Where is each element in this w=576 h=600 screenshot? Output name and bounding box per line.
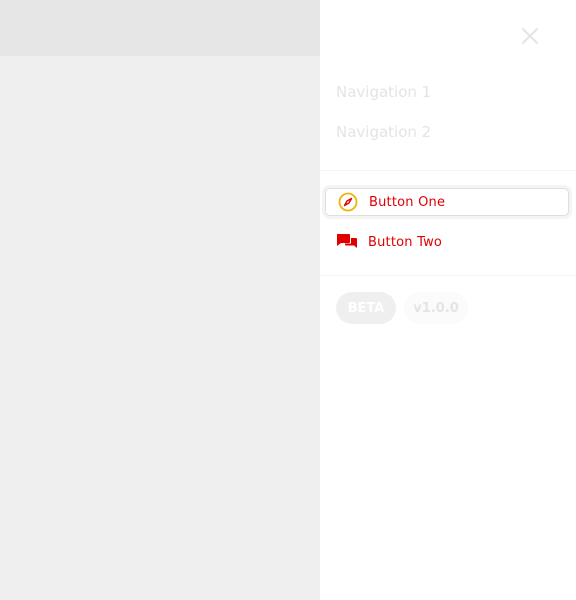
version-badge: v1.0.0 bbox=[404, 292, 468, 324]
nav-link-1[interactable]: Navigation 1 bbox=[336, 81, 431, 103]
button-two[interactable]: Button Two bbox=[325, 228, 569, 256]
side-drawer: Navigation 1 Navigation 2 Button One But… bbox=[320, 0, 576, 600]
close-button[interactable] bbox=[516, 22, 544, 50]
beta-badge: BETA bbox=[336, 292, 396, 324]
top-app-bar bbox=[0, 0, 320, 56]
button-one-label: Button One bbox=[369, 194, 446, 210]
app-page: Navigation 1 Navigation 2 Button One But… bbox=[0, 0, 576, 600]
button-one[interactable]: Button One bbox=[325, 188, 569, 216]
compass-icon bbox=[337, 191, 359, 213]
divider bbox=[320, 170, 576, 171]
close-icon bbox=[521, 27, 539, 45]
nav-link-2[interactable]: Navigation 2 bbox=[336, 121, 431, 143]
chat-icon bbox=[336, 231, 358, 253]
main-content-backdrop[interactable] bbox=[0, 56, 320, 600]
button-two-label: Button Two bbox=[368, 234, 443, 250]
divider bbox=[320, 275, 576, 276]
